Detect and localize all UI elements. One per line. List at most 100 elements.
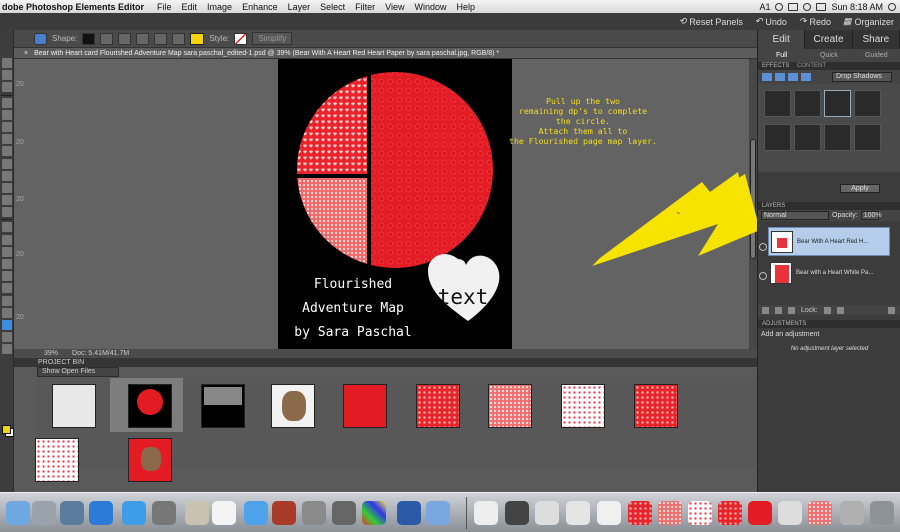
eraser-tool-icon[interactable] (2, 259, 12, 269)
visibility-eye-icon[interactable] (759, 243, 767, 251)
foreground-color-swatch[interactable] (2, 425, 11, 434)
undo-button[interactable]: ↶ Undo (755, 16, 787, 27)
subtab-quick[interactable]: Quick (805, 49, 852, 62)
tab-create[interactable]: Create (805, 30, 853, 49)
effect-thumbnail[interactable] (764, 90, 791, 117)
reset-panels-button[interactable]: ⟲ Reset Panels (679, 16, 743, 27)
adjustments-header[interactable]: ADJUSTMENTS (758, 320, 900, 328)
move-tool-icon[interactable] (2, 97, 12, 108)
link-layers-icon[interactable] (788, 306, 795, 314)
itunes-icon[interactable] (244, 501, 268, 525)
time-machine-icon[interactable] (775, 2, 784, 11)
effect-category-dropdown[interactable]: Drop Shadows (832, 72, 892, 82)
shape-picker[interactable] (82, 32, 96, 45)
tab-share[interactable]: Share (852, 30, 900, 49)
close-tab-icon[interactable]: × (24, 50, 28, 57)
marquee-tool-icon[interactable] (2, 109, 12, 120)
minimized-window-icon[interactable] (474, 501, 498, 525)
style-picker[interactable] (234, 32, 248, 45)
minimized-window-icon[interactable] (688, 501, 712, 525)
apply-button[interactable]: Apply (840, 184, 880, 193)
menu-enhance[interactable]: Enhance (237, 2, 283, 12)
layer-row[interactable]: Bear With A Heart Red H... (768, 227, 890, 256)
effects-tab[interactable]: EFFECTS (762, 63, 789, 69)
sponge-tool-icon[interactable] (2, 344, 12, 355)
minimized-window-icon[interactable] (566, 501, 590, 525)
mail-icon[interactable] (185, 501, 209, 525)
trash-icon[interactable] (870, 501, 894, 525)
iphoto-icon[interactable] (302, 501, 326, 525)
photo-effects-icon[interactable] (788, 73, 798, 81)
new-layer-icon[interactable] (762, 306, 769, 314)
preview-icon[interactable] (426, 501, 450, 525)
magic-wand-tool-icon[interactable] (2, 134, 12, 145)
eyedropper-tool-icon[interactable] (2, 82, 12, 93)
smart-brush-tool-icon[interactable] (2, 283, 12, 294)
thumbnail-red-paper[interactable] (343, 384, 387, 428)
quick-selection-tool-icon[interactable] (2, 146, 12, 157)
project-bin-header[interactable]: PROJECT BIN (14, 358, 757, 367)
thumbnail-bear-circle[interactable] (128, 438, 172, 482)
thumbnail-world-map[interactable] (52, 384, 96, 428)
downloads-stack-icon[interactable] (840, 501, 864, 525)
hand-tool-icon[interactable] (2, 70, 12, 81)
safari-icon[interactable] (122, 501, 146, 525)
minimized-window-icon[interactable] (718, 501, 742, 525)
heart-shape-icon[interactable] (34, 32, 47, 45)
thumbnail-hearts-paper[interactable] (416, 384, 460, 428)
cookie-cutter-tool-icon[interactable] (2, 195, 12, 206)
blend-mode-dropdown[interactable]: Normal (761, 211, 829, 220)
simplify-button[interactable]: Simplify (252, 32, 293, 45)
thumbnail-pink-paper[interactable] (488, 384, 532, 428)
zoom-level[interactable]: 39% (44, 350, 58, 357)
recompose-tool-icon[interactable] (2, 182, 12, 193)
new-adjustment-layer-icon[interactable] (775, 306, 782, 314)
menu-help[interactable]: Help (452, 2, 481, 12)
zoom-tool-icon[interactable] (2, 58, 12, 68)
effect-thumbnail[interactable] (854, 90, 881, 117)
color-swatch[interactable] (190, 32, 205, 45)
photoshop-elements-icon[interactable] (397, 501, 421, 525)
effect-thumbnail[interactable] (794, 124, 821, 151)
thumbnail-black-doc[interactable] (201, 384, 245, 428)
minimized-window-icon[interactable] (628, 501, 652, 525)
menu-edit[interactable]: Edit (177, 2, 203, 12)
exclude-shape-icon[interactable] (172, 32, 186, 45)
launchpad-icon[interactable] (32, 501, 56, 525)
battery-icon[interactable] (788, 2, 799, 11)
healing-brush-tool-icon[interactable] (2, 234, 12, 245)
effects-header[interactable]: EFFECTS CONTENT (758, 62, 900, 70)
clone-stamp-tool-icon[interactable] (2, 246, 12, 257)
delete-layer-icon[interactable] (888, 306, 895, 314)
minimized-window-icon[interactable] (808, 501, 832, 525)
thumbnail-white-hearts[interactable] (35, 438, 79, 482)
minimized-window-icon[interactable] (597, 501, 621, 525)
document-canvas[interactable]: Flourished Adventure Map by Sara Paschal… (278, 59, 512, 349)
volume-icon[interactable] (816, 2, 827, 11)
layers-header[interactable]: LAYERS (758, 202, 900, 210)
menu-view[interactable]: View (380, 2, 409, 12)
new-shape-layer-icon[interactable] (100, 32, 114, 45)
opacity-field[interactable]: 100% (860, 211, 882, 220)
minimized-window-icon[interactable] (778, 501, 802, 525)
project-bin-dropdown[interactable]: Show Open Files (37, 367, 119, 377)
menu-file[interactable]: File (152, 2, 177, 12)
effect-thumbnail[interactable] (824, 124, 851, 151)
subtract-shape-icon[interactable] (136, 32, 150, 45)
subtab-guided[interactable]: Guided (853, 49, 900, 62)
minimized-window-icon[interactable] (505, 501, 529, 525)
lock-transparency-icon[interactable] (823, 306, 831, 314)
menubar-status-text[interactable]: A1 (759, 2, 770, 12)
menu-filter[interactable]: Filter (350, 2, 380, 12)
spotlight-icon[interactable] (888, 2, 896, 11)
dashboard-icon[interactable] (60, 501, 84, 525)
app-store-icon[interactable] (89, 501, 113, 525)
filters-icon[interactable] (762, 73, 772, 81)
gradient-tool-icon[interactable] (2, 307, 12, 318)
doc-size[interactable]: Doc: 5.41M/41.7M (72, 350, 129, 357)
lasso-tool-icon[interactable] (2, 121, 12, 132)
heart-text[interactable]: text (429, 285, 497, 309)
document-tab[interactable]: × Bear with Heart card Flourished Advent… (14, 48, 757, 59)
straighten-tool-icon[interactable] (2, 207, 12, 218)
minimized-window-icon[interactable] (658, 501, 682, 525)
